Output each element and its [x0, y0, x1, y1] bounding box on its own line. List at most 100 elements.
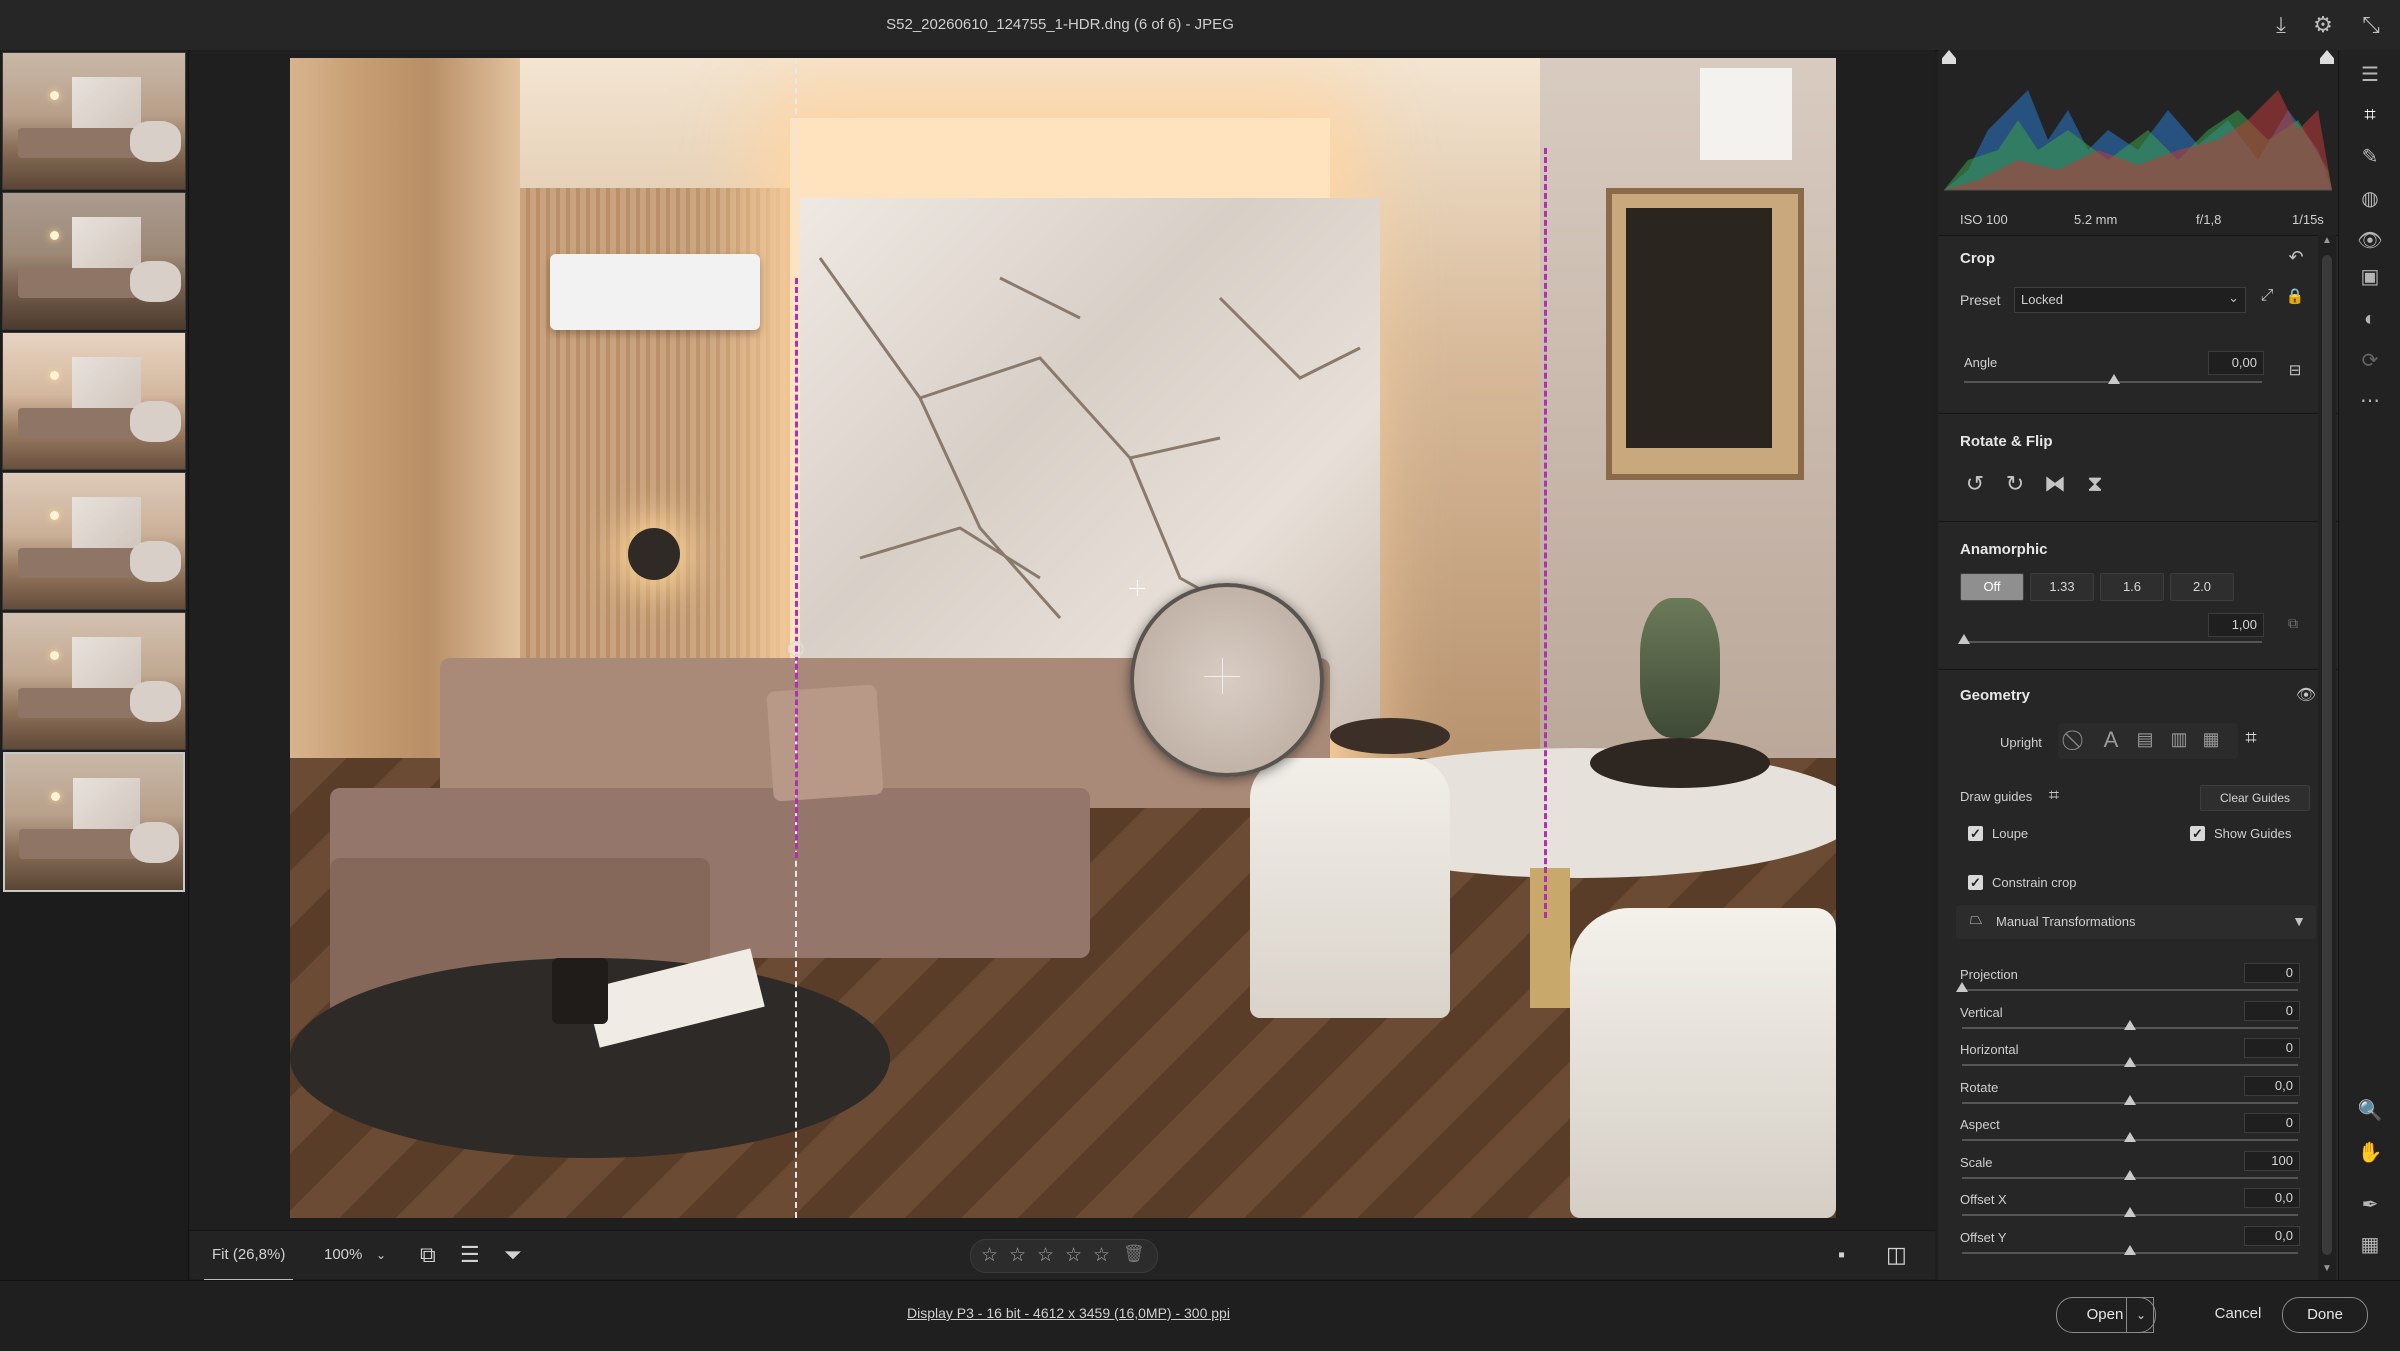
slider-value-input[interactable]: 0	[2244, 1113, 2300, 1133]
upright-off-icon[interactable]: ⃠	[2064, 729, 2090, 752]
rating-star[interactable]: ☆	[1037, 1244, 1054, 1267]
flip-vertical-icon[interactable]: ⧗	[2080, 471, 2110, 497]
rotate-left-icon[interactable]: ↺	[1960, 471, 1990, 497]
slider-thumb[interactable]	[2124, 1020, 2136, 1030]
cancel-button[interactable]: Cancel	[2188, 1297, 2288, 1331]
manual-transformations-header[interactable]: ⏢ Manual Transformations ▼	[1956, 905, 2316, 939]
presets-icon[interactable]: ◐	[2355, 304, 2385, 334]
rotate-flip-title: Rotate & Flip	[1960, 433, 2053, 450]
reset-crop-icon[interactable]: ↶	[2284, 247, 2308, 268]
slider-value-input[interactable]: 0,0	[2244, 1226, 2300, 1246]
slider-thumb[interactable]	[2124, 1095, 2136, 1105]
angle-input[interactable]: 0,00	[2208, 351, 2264, 375]
slider-value-input[interactable]: 0,0	[2244, 1076, 2300, 1096]
slider-thumb[interactable]	[2124, 1170, 2136, 1180]
filmstrip-thumbnail[interactable]	[2, 332, 186, 470]
hand-tool-icon[interactable]: ✋	[2355, 1138, 2385, 1168]
upright-full-icon[interactable]: ▦	[2198, 729, 2224, 750]
rating-star[interactable]: ☆	[1065, 1244, 1082, 1267]
filmstrip-thumbnail[interactable]	[2, 192, 186, 330]
zoom-tool-icon[interactable]: 🔍	[2355, 1096, 2385, 1126]
flip-horizontal-icon[interactable]: ⧓	[2040, 471, 2070, 497]
slider-value-input[interactable]: 0	[2244, 1001, 2300, 1021]
filmstrip-toggle-icon[interactable]: ⧉	[420, 1231, 436, 1279]
download-icon[interactable]: ⤓	[2266, 10, 2296, 40]
slider-thumb[interactable]	[2124, 1132, 2136, 1142]
rating-star[interactable]: ☆	[1009, 1244, 1026, 1267]
show-guides-checkbox[interactable]: ✓	[2190, 826, 2205, 841]
clear-guides-button[interactable]: Clear Guides	[2200, 785, 2310, 811]
sampler-tool-icon[interactable]: ✒	[2355, 1190, 2385, 1220]
collapse-icon[interactable]: ⤡	[2356, 10, 2386, 40]
scroll-down-icon[interactable]: ▼	[2322, 1263, 2332, 1277]
filmstrip-thumbnail[interactable]	[2, 472, 186, 610]
sync-icon[interactable]: ⟳	[2355, 346, 2385, 376]
anamorphic-off-button[interactable]: Off	[1960, 573, 2024, 601]
upright-guide-right[interactable]	[1544, 148, 1547, 918]
slider-track[interactable]	[1962, 989, 2298, 991]
eye-icon[interactable]: 👁	[2294, 685, 2318, 705]
slider-thumb[interactable]	[2124, 1057, 2136, 1067]
done-button[interactable]: Done	[2282, 1297, 2368, 1333]
slider-value-input[interactable]: 0	[2244, 1038, 2300, 1058]
anamorphic-133-button[interactable]: 1.33	[2030, 573, 2094, 601]
upright-guide-left[interactable]	[795, 278, 798, 858]
manual-transformations-label: Manual Transformations	[1996, 914, 2136, 929]
anamorphic-16-button[interactable]: 1.6	[2100, 573, 2164, 601]
rating-star[interactable]: ☆	[981, 1244, 998, 1267]
masking-icon[interactable]: ◍	[2355, 184, 2385, 214]
straighten-tool-icon[interactable]: ⊟	[2282, 361, 2308, 379]
filmstrip-thumbnail-selected[interactable]	[3, 752, 185, 892]
slider-thumb[interactable]	[1956, 982, 1968, 992]
edit-sliders-icon[interactable]: ☰	[2355, 60, 2385, 90]
zoom-100-button[interactable]: 100%	[316, 1231, 370, 1279]
rating-star[interactable]: ☆	[1093, 1244, 1110, 1267]
preset-select[interactable]: Locked ⌄	[2014, 287, 2246, 313]
upright-label: Upright	[2000, 735, 2042, 750]
more-icon[interactable]: ⋯	[2355, 386, 2385, 416]
anamorphic-20-button[interactable]: 2.0	[2170, 573, 2234, 601]
anamorphic-value-input[interactable]: 1,00	[2208, 613, 2264, 637]
slider-value-input[interactable]: 100	[2244, 1151, 2300, 1171]
fit-zoom-button[interactable]: Fit (26,8%)	[204, 1231, 294, 1281]
grid-overlay-icon[interactable]: ▦	[2355, 1230, 2385, 1260]
anamorphic-link-icon[interactable]: ⧉	[2282, 615, 2304, 632]
loupe-checkbox[interactable]: ✓	[1968, 826, 1983, 841]
angle-slider-thumb[interactable]	[2108, 374, 2120, 384]
upright-level-icon[interactable]: ▤	[2132, 729, 2158, 750]
slider-label: Aspect	[1960, 1117, 2000, 1132]
slider-value-input[interactable]: 0	[2244, 963, 2300, 983]
upright-vertical-icon[interactable]: ▥	[2166, 729, 2192, 750]
scroll-up-icon[interactable]: ▲	[2322, 235, 2332, 249]
zoom-dropdown-chevron-icon[interactable]: ⌄	[376, 1231, 386, 1279]
photo-preview[interactable]	[290, 58, 1836, 1218]
single-view-icon[interactable]: ▪	[1838, 1231, 1845, 1279]
before-after-icon[interactable]: ◫	[1886, 1231, 1907, 1279]
filter-icon[interactable]: ⏷	[504, 1231, 522, 1279]
slider-thumb[interactable]	[2124, 1207, 2136, 1217]
trash-icon[interactable]: 🗑	[1123, 1244, 1145, 1264]
sort-icon[interactable]: ☰	[460, 1231, 480, 1279]
draw-guides-icon[interactable]: ⌗	[2042, 785, 2066, 806]
upright-guided-icon[interactable]: ⌗	[2238, 727, 2264, 750]
upright-auto-icon[interactable]: A	[2098, 727, 2124, 753]
anamorphic-slider-thumb[interactable]	[1958, 634, 1970, 644]
lock-icon[interactable]: 🔒	[2284, 287, 2306, 305]
anamorphic-slider-track[interactable]	[1964, 641, 2262, 643]
remove-tool-icon[interactable]: ✎	[2355, 142, 2385, 172]
workflow-options-link[interactable]: Display P3 - 16 bit - 4612 x 3459 (16,0M…	[907, 1305, 1230, 1321]
slider-thumb[interactable]	[2124, 1245, 2136, 1255]
filmstrip-thumbnail[interactable]	[2, 612, 186, 750]
guide-handle[interactable]	[788, 641, 804, 657]
panel-scrollbar[interactable]: ▲ ▼	[2318, 235, 2336, 1280]
crop-tool-icon[interactable]: ⌗	[2355, 100, 2385, 130]
crop-swap-orientation-icon[interactable]: ⤢	[2256, 287, 2278, 305]
gear-icon[interactable]: ⚙	[2308, 10, 2338, 40]
constrain-crop-checkbox[interactable]: ✓	[1968, 875, 1983, 890]
rotate-right-icon[interactable]: ↻	[2000, 471, 2030, 497]
red-eye-icon[interactable]: 👁	[2355, 226, 2385, 256]
scrollbar-thumb[interactable]	[2322, 255, 2332, 1255]
slider-value-input[interactable]: 0,0	[2244, 1188, 2300, 1208]
snapshots-icon[interactable]: ▣	[2355, 262, 2385, 292]
filmstrip-thumbnail[interactable]	[2, 52, 186, 190]
